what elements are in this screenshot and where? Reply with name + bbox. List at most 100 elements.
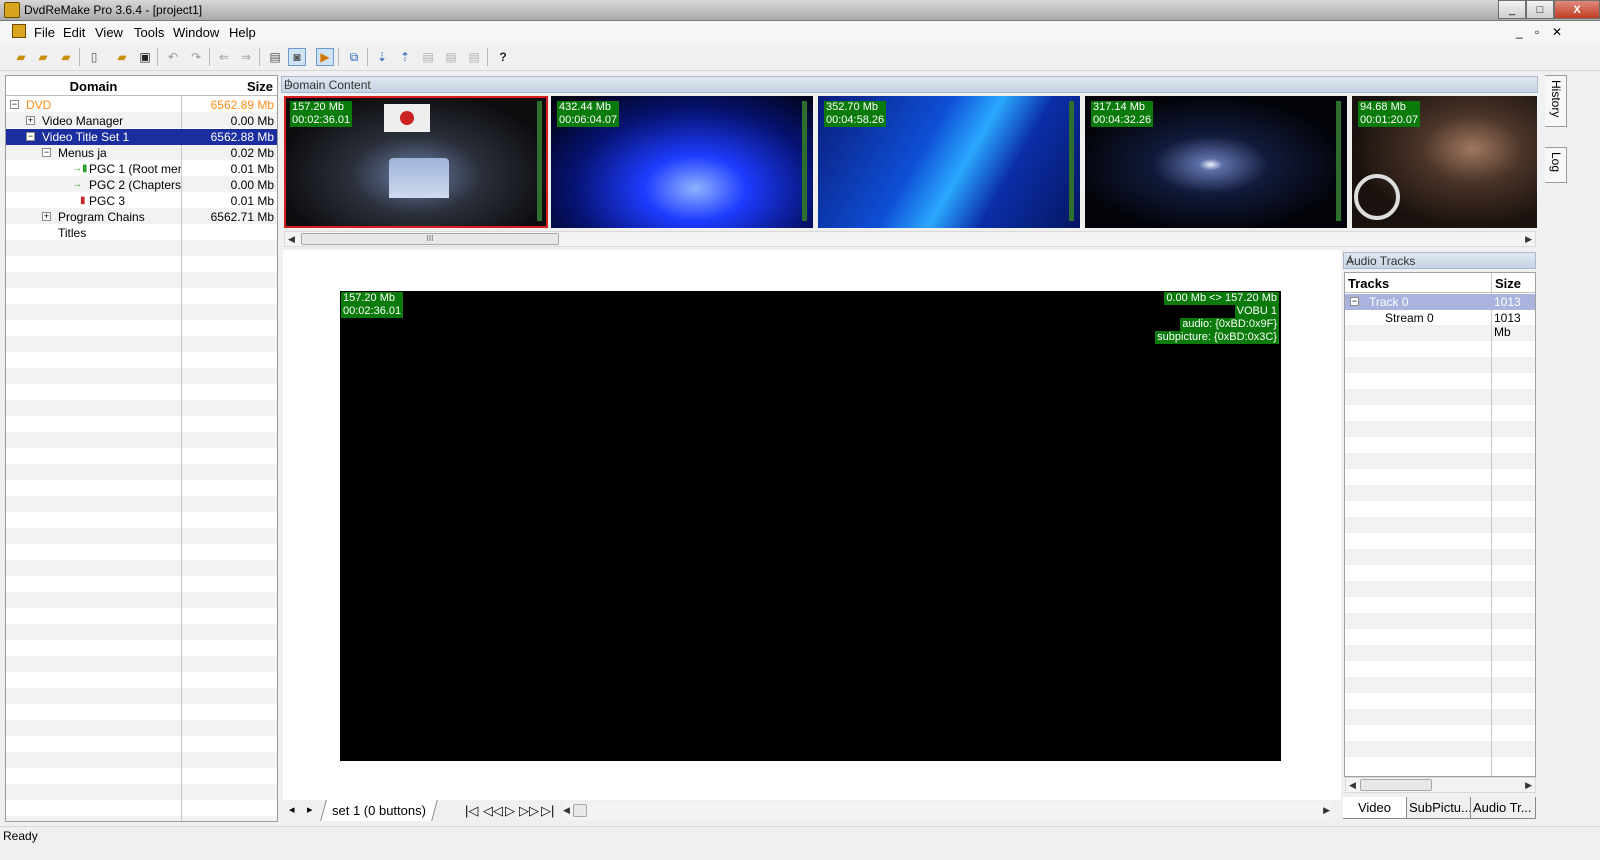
thumb-size: 432.44 Mb [559, 101, 611, 113]
track-row[interactable]: − Track 0 1013 Mb [1345, 294, 1535, 323]
menu-edit[interactable]: Edit [63, 25, 85, 40]
scroll-right-icon[interactable]: ▶ [1525, 234, 1532, 245]
tab-next-button[interactable]: ▸ [307, 803, 313, 816]
preview-range: 0.00 Mb <> 157.20 Mb [1164, 292, 1279, 305]
scroll-left-icon[interactable]: ◀ [288, 234, 295, 245]
stream-row[interactable]: Stream 0 1013 Mb [1345, 310, 1535, 339]
move-down-icon[interactable]: ⇣ [373, 48, 391, 66]
scroll-thumb[interactable] [1360, 779, 1432, 791]
collapse-icon[interactable]: − [42, 148, 51, 157]
menu-file[interactable]: File [34, 25, 55, 40]
thumbnail-1[interactable]: 157.20 Mb 00:02:36.01 [284, 96, 548, 228]
size-column-header[interactable]: Size [1495, 276, 1521, 291]
stage-image [389, 158, 449, 198]
fast-forward-button[interactable]: ▷▷ [519, 803, 539, 819]
tree-row-titles[interactable]: Titles [6, 225, 277, 241]
video-preview[interactable]: 157.20 Mb 00:02:36.01 0.00 Mb <> 157.20 M… [340, 291, 1281, 761]
layout-icon[interactable]: ▤ [266, 48, 284, 66]
collapse-icon[interactable]: − [10, 100, 19, 109]
redo-icon[interactable]: ↷ [187, 48, 205, 66]
thumbnail-3[interactable]: 352.70 Mb 00:04:58.26 [818, 96, 1080, 228]
tab-prev-button[interactable]: ◂ [289, 803, 295, 816]
mdi-close-button[interactable]: ✕ [1552, 25, 1562, 39]
window-title: DvdReMake Pro 3.6.4 - [project1] [24, 3, 203, 17]
pin-icon[interactable]: ⊥ [1346, 254, 1529, 265]
tab-audio-tracks[interactable]: Audio Tr... [1471, 797, 1536, 819]
thumb-time: 00:04:32.26 [1093, 114, 1152, 126]
pin-icon[interactable]: ⊥ [284, 78, 1531, 89]
open-iso-icon[interactable]: ▰ [57, 48, 75, 66]
open-project-icon[interactable]: ▰ [113, 48, 131, 66]
maximize-button[interactable]: □ [1526, 0, 1554, 19]
undo-icon[interactable]: ↶ [164, 48, 182, 66]
mdi-doc-icon[interactable] [12, 24, 26, 38]
open-dvd-icon[interactable]: ▰ [12, 48, 30, 66]
collapse-icon[interactable]: − [26, 132, 35, 141]
rewind-button[interactable]: ◁◁ [483, 803, 503, 819]
thumbnail-4[interactable]: 317.14 Mb 00:04:32.26 [1085, 96, 1347, 228]
thumbnail-5[interactable]: 94.68 Mb 00:01:20.07 [1352, 96, 1537, 228]
tree-row-pgc3[interactable]: ▮ PGC 3 0.01 Mb [6, 193, 277, 209]
back-icon[interactable]: ⇐ [215, 48, 233, 66]
domain-tree-panel: Domain Size − DVD 6562.89 Mb + Video Man… [5, 75, 278, 822]
domain-content-header: Domain Content ⊥ [281, 76, 1538, 93]
thumbnail-scrollbar[interactable]: ◀ III ▶ [284, 231, 1536, 247]
mdi-restore-button[interactable]: ▫ [1535, 25, 1539, 39]
play-mode-icon[interactable]: ▶ [316, 48, 334, 66]
tree-row-video-title-set[interactable]: − Video Title Set 1 6562.88 Mb [6, 129, 277, 145]
tracks-column-header[interactable]: Tracks [1348, 276, 1389, 291]
play-button[interactable]: ▷ [505, 803, 515, 819]
tree-row-dvd[interactable]: − DVD 6562.89 Mb [6, 97, 277, 113]
menu-tools[interactable]: Tools [134, 25, 164, 40]
toolbar: ▰ ▰ ▰ ▯ ▰ ▣ ↶ ↷ ⇐ ⇒ ▤ ◙ ▶ ⧉ ⇣ ⇡ ▤ ▤ ▤ ? [0, 43, 1600, 71]
save-icon[interactable]: ▣ [136, 48, 154, 66]
tree-row-pgc1[interactable]: →▮ PGC 1 (Root menu) 0.01 Mb [6, 161, 277, 177]
menu-window[interactable]: Window [173, 25, 219, 40]
last-frame-button[interactable]: ▷| [541, 803, 554, 819]
tree-row-video-manager[interactable]: + Video Manager 0.00 Mb [6, 113, 277, 129]
scroll-right-icon[interactable]: ▶ [1323, 805, 1330, 816]
open-folder-icon[interactable]: ▰ [34, 48, 52, 66]
thumb-size: 157.20 Mb [292, 101, 344, 113]
new-project-icon[interactable]: ▯ [85, 48, 103, 66]
tab-subpicture[interactable]: SubPictu... [1407, 797, 1471, 819]
menu-bar: File Edit View Tools Window Help _ ▫ ✕ [0, 21, 1600, 43]
mdi-minimize-button[interactable]: _ [1516, 25, 1523, 39]
menu-help[interactable]: Help [229, 25, 256, 40]
copy-icon[interactable]: ▤ [419, 48, 437, 66]
paste-icon[interactable]: ▤ [442, 48, 460, 66]
forward-icon[interactable]: ⇒ [237, 48, 255, 66]
thumbnail-2[interactable]: 432.44 Mb 00:06:04.07 [551, 96, 813, 228]
tree-row-program-chains[interactable]: + Program Chains 6562.71 Mb [6, 209, 277, 225]
tab-log[interactable]: Log [1545, 147, 1567, 183]
tree-row-pgc2[interactable]: → PGC 2 (Chapters m 0.00 Mb [6, 177, 277, 193]
tab-set-1[interactable]: set 1 (0 buttons) [320, 800, 438, 821]
expand-icon[interactable]: + [42, 212, 51, 221]
scroll-right-icon[interactable]: ▶ [1525, 780, 1532, 791]
position-thumb[interactable] [573, 804, 587, 817]
first-frame-button[interactable]: |◁ [465, 803, 478, 819]
collapse-icon[interactable]: − [1350, 297, 1359, 306]
tab-history[interactable]: History [1545, 75, 1567, 127]
domain-column-header[interactable]: Domain [6, 79, 181, 94]
scroll-thumb[interactable]: III [301, 233, 559, 245]
preview-subpicture: subpicture: {0xBD:0x3C} [1155, 331, 1279, 344]
audio-tracks-scrollbar[interactable]: ◀ ▶ [1345, 777, 1536, 793]
link-icon[interactable]: ⧉ [345, 48, 363, 66]
delete-icon[interactable]: ▤ [465, 48, 483, 66]
size-column-header[interactable]: Size [182, 79, 277, 94]
help-icon[interactable]: ? [494, 48, 512, 66]
scroll-left-icon[interactable]: ◀ [563, 805, 570, 816]
expand-icon[interactable]: + [26, 116, 35, 125]
close-button[interactable]: X [1554, 0, 1600, 19]
thumb-level-bar [1069, 101, 1074, 221]
tree-row-menus[interactable]: − Menus ja 0.02 Mb [6, 145, 277, 161]
menu-view[interactable]: View [95, 25, 123, 40]
move-up-icon[interactable]: ⇡ [396, 48, 414, 66]
preview-toggle-icon[interactable]: ◙ [288, 48, 306, 66]
scroll-left-icon[interactable]: ◀ [1349, 780, 1356, 791]
status-bar: Ready [0, 826, 1600, 860]
tab-video[interactable]: Video [1343, 797, 1407, 819]
position-scrollbar[interactable]: ◀ ▶ [563, 803, 1333, 819]
minimize-button[interactable]: _ [1498, 0, 1526, 19]
